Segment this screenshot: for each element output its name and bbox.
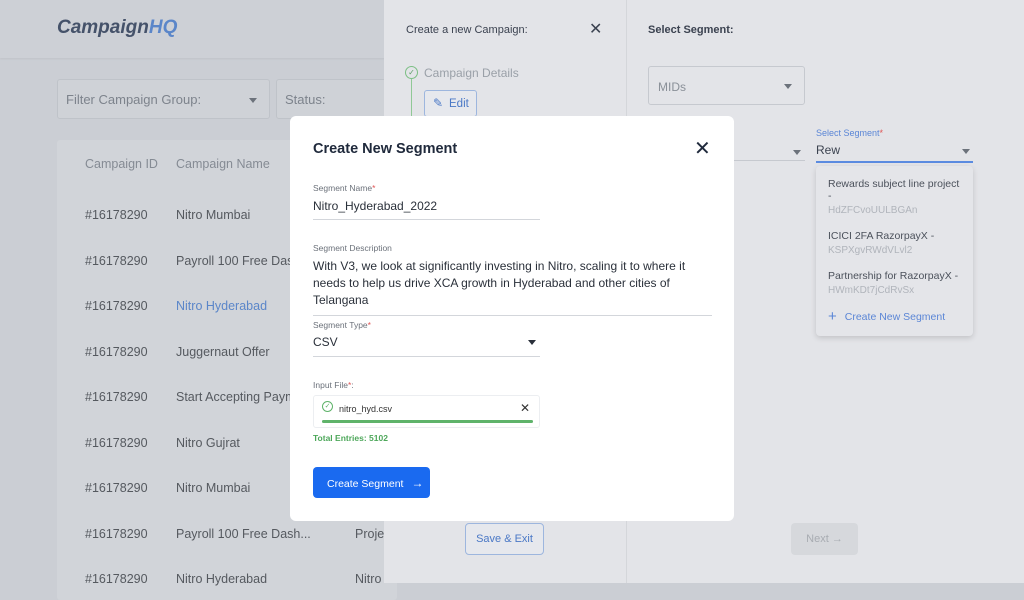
campaign-name-cell[interactable]: Nitro Mumbai [176, 481, 250, 495]
mids-select[interactable]: MIDs [648, 66, 805, 105]
step-campaign-details: Campaign Details [424, 66, 519, 80]
filter-campaign-group-select[interactable]: Filter Campaign Group: [57, 79, 270, 119]
chevron-down-icon [528, 340, 536, 345]
segment-description-label: Segment Description [313, 243, 392, 253]
segment-option[interactable]: ICICI 2FA RazorpayX - KSPXgvRWdVLvl2 [828, 230, 961, 256]
plus-icon: + [828, 308, 837, 325]
segment-description-input[interactable]: With V3, we look at significantly invest… [313, 258, 712, 316]
drawer-title: Create a new Campaign: [406, 24, 528, 36]
column-header-id: Campaign ID [85, 157, 158, 171]
campaign-name-cell[interactable]: Nitro Mumbai [176, 208, 250, 222]
stepper-line [411, 79, 413, 119]
save-exit-button[interactable]: Save & Exit [465, 523, 544, 555]
segment-name-label: Segment Name* [313, 183, 376, 193]
select-segment-field[interactable]: Select Segment* Rew [816, 128, 973, 163]
chevron-down-icon [962, 149, 970, 154]
campaign-id-cell: #16178290 [85, 481, 148, 495]
modal-title: Create New Segment [313, 141, 458, 157]
segment-type-label: Segment Type* [313, 320, 371, 330]
arrow-right-icon: → [411, 476, 424, 490]
pencil-icon: ✎ [433, 96, 444, 110]
uploaded-file: ✓ nitro_hyd.csv ✕ [313, 395, 540, 428]
campaign-id-cell: #16178290 [85, 299, 148, 313]
check-circle-icon: ✓ [322, 401, 333, 412]
next-button[interactable]: Next → [791, 523, 858, 555]
arrow-right-icon: → [831, 533, 843, 545]
segment-section-title: Select Segment: [648, 24, 734, 36]
campaign-id-cell: #16178290 [85, 572, 148, 586]
chevron-down-icon [249, 98, 257, 103]
segment-type-select[interactable]: CSV [313, 335, 540, 357]
campaign-id-cell: #16178290 [85, 435, 148, 450]
create-segment-button[interactable]: Create Segment → [313, 467, 430, 498]
file-name: nitro_hyd.csv [339, 404, 393, 414]
campaign-extra-cell: Nitro [355, 572, 382, 586]
remove-file-icon[interactable]: ✕ [520, 401, 530, 415]
campaign-name-cell[interactable]: Nitro Hyderabad [176, 299, 267, 313]
campaign-name-cell[interactable]: Juggernaut Offer [176, 345, 270, 359]
close-icon[interactable]: ✕ [694, 136, 711, 161]
campaign-id-cell: #16178290 [85, 344, 148, 359]
campaign-name-cell[interactable]: Nitro Gujrat [176, 436, 240, 450]
campaign-id-cell: #16178290 [85, 526, 148, 541]
column-header-name: Campaign Name [176, 157, 270, 171]
edit-button[interactable]: ✎ Edit [424, 90, 477, 117]
input-file-label: Input File*: [313, 380, 354, 390]
campaign-id-cell: #16178290 [85, 208, 148, 222]
logo[interactable]: CampaignHQ [57, 17, 177, 39]
campaign-name-cell[interactable]: Nitro Hyderabad [176, 572, 267, 586]
campaign-name-cell[interactable]: Start Accepting Paym... [176, 390, 306, 404]
total-entries: Total Entries: 5102 [313, 433, 388, 443]
campaign-id-cell: #16178290 [85, 253, 148, 268]
upload-progress-bar [322, 420, 533, 423]
segment-name-input[interactable]: Nitro_Hyderabad_2022 [313, 199, 540, 220]
close-drawer-icon[interactable]: ✕ [589, 19, 602, 39]
chevron-down-icon [784, 84, 792, 89]
segment-dropdown: Rewards subject line project - HdZFCvoUUL… [816, 166, 973, 336]
check-circle-icon: ✓ [405, 66, 418, 79]
segment-option[interactable]: Rewards subject line project - HdZFCvoUUL… [828, 178, 961, 216]
create-segment-modal: Create New Segment ✕ Segment Name* Nitro… [290, 116, 734, 521]
underline [733, 160, 805, 161]
segment-option[interactable]: Partnership for RazorpayX - HWmKDt7jCdRvS… [828, 270, 961, 296]
campaign-id-cell: #16178290 [85, 390, 148, 404]
campaign-name-cell[interactable]: Payroll 100 Free Dash... [176, 527, 311, 541]
chevron-down-icon [793, 150, 801, 155]
status-select[interactable]: Status: [276, 79, 396, 119]
create-new-segment-option[interactable]: + Create New Segment [828, 308, 961, 325]
